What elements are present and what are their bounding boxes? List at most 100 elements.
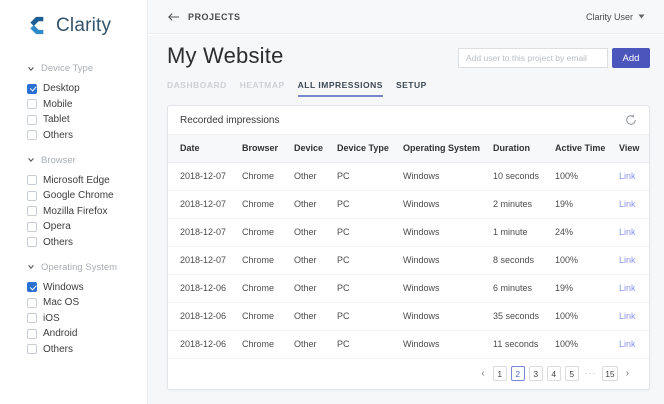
section-head-browser[interactable]: Browser xyxy=(27,155,147,166)
cell-date: 2018-12-07 xyxy=(168,190,242,218)
table-row: 2018-12-06 Chrome Other PC Windows 11 se… xyxy=(168,330,649,358)
filter-opera[interactable]: Opera xyxy=(27,221,147,232)
checkbox-google-chrome[interactable] xyxy=(27,191,37,201)
view-link[interactable]: Link xyxy=(619,255,636,265)
view-link[interactable]: Link xyxy=(619,199,636,209)
filter-label: Microsoft Edge xyxy=(43,175,110,186)
filter-mac-os[interactable]: Mac OS xyxy=(27,297,147,308)
view-link[interactable]: Link xyxy=(619,339,636,349)
filter-microsoft-edge[interactable]: Microsoft Edge xyxy=(27,175,147,186)
checkbox-browser-others[interactable] xyxy=(27,237,37,247)
col-view: View xyxy=(619,135,649,162)
refresh-icon[interactable] xyxy=(625,114,637,126)
view-link[interactable]: Link xyxy=(619,283,636,293)
cell-browser: Chrome xyxy=(242,190,294,218)
tab-all-impressions[interactable]: ALL IMPRESSIONS xyxy=(298,80,383,97)
filter-label: Desktop xyxy=(43,83,80,94)
col-device: Device xyxy=(294,135,337,162)
pagination-prev[interactable]: ‹ xyxy=(477,368,488,379)
view-link[interactable]: Link xyxy=(619,311,636,321)
page-title: My Website xyxy=(167,43,284,69)
col-duration: Duration xyxy=(493,135,555,162)
checkbox-tablet[interactable] xyxy=(27,115,37,125)
filter-label: Mobile xyxy=(43,99,72,110)
checkbox-device-others[interactable] xyxy=(27,130,37,140)
filter-tablet[interactable]: Tablet xyxy=(27,114,147,125)
cell-browser: Chrome xyxy=(242,302,294,330)
section-title: Device Type xyxy=(41,63,93,74)
back-to-projects[interactable]: PROJECTS xyxy=(167,12,241,22)
cell-active-time: 100% xyxy=(555,162,619,190)
checkbox-ios[interactable] xyxy=(27,313,37,323)
chevron-down-icon xyxy=(27,156,35,164)
page-2-active[interactable]: 2 xyxy=(511,366,525,381)
filter-windows[interactable]: Windows xyxy=(27,282,147,293)
filter-desktop[interactable]: Desktop xyxy=(27,83,147,94)
cell-duration: 8 seconds xyxy=(493,246,555,274)
checkbox-mobile[interactable] xyxy=(27,99,37,109)
filter-google-chrome[interactable]: Google Chrome xyxy=(27,190,147,201)
impressions-card: Recorded impressions Date Browser Device… xyxy=(167,105,650,390)
checkbox-mac-os[interactable] xyxy=(27,298,37,308)
card-title: Recorded impressions xyxy=(180,115,280,126)
filter-android[interactable]: Android xyxy=(27,328,147,339)
section-title: Browser xyxy=(41,155,76,166)
view-link[interactable]: Link xyxy=(619,227,636,237)
checkbox-desktop[interactable] xyxy=(27,84,37,94)
cell-device-type: PC xyxy=(337,218,403,246)
col-operating-system: Operating System xyxy=(403,135,493,162)
add-user-email-input[interactable] xyxy=(458,48,608,68)
clarity-logo: Clarity xyxy=(27,14,147,37)
cell-device: Other xyxy=(294,302,337,330)
section-head-device-type[interactable]: Device Type xyxy=(27,63,147,74)
filter-label: Others xyxy=(43,130,73,141)
topbar: PROJECTS Clarity User xyxy=(148,0,664,34)
page-5[interactable]: 5 xyxy=(565,366,579,381)
page-4[interactable]: 4 xyxy=(547,366,561,381)
clarity-logo-icon xyxy=(27,14,50,37)
checkbox-android[interactable] xyxy=(27,329,37,339)
filter-mozilla-firefox[interactable]: Mozilla Firefox xyxy=(27,206,147,217)
cell-duration: 1 minute xyxy=(493,218,555,246)
filter-label: Tablet xyxy=(43,114,70,125)
page-15[interactable]: 15 xyxy=(602,366,617,381)
table-header-row: Date Browser Device Device Type Operatin… xyxy=(168,135,649,162)
page-1[interactable]: 1 xyxy=(493,366,507,381)
filter-device-others[interactable]: Others xyxy=(27,130,147,141)
arrow-left-icon xyxy=(167,12,180,22)
checkbox-mozilla-firefox[interactable] xyxy=(27,206,37,216)
main-content: My Website Add DASHBOARD HEATMAP ALL IMP… xyxy=(148,35,664,404)
pagination-next[interactable]: › xyxy=(622,368,633,379)
cell-os: Windows xyxy=(403,190,493,218)
filter-label: Android xyxy=(43,328,77,339)
user-menu[interactable]: Clarity User xyxy=(586,12,645,22)
add-user-button[interactable]: Add xyxy=(612,48,650,68)
checkbox-microsoft-edge[interactable] xyxy=(27,175,37,185)
cell-os: Windows xyxy=(403,218,493,246)
tab-heatmap[interactable]: HEATMAP xyxy=(240,80,285,97)
checkbox-opera[interactable] xyxy=(27,222,37,232)
section-head-operating-system[interactable]: Operating System xyxy=(27,262,147,273)
filter-browser-others[interactable]: Others xyxy=(27,237,147,248)
tab-setup[interactable]: SETUP xyxy=(396,80,427,97)
cell-os: Windows xyxy=(403,274,493,302)
cell-date: 2018-12-07 xyxy=(168,218,242,246)
view-link[interactable]: Link xyxy=(619,171,636,181)
filter-label: Mac OS xyxy=(43,297,79,308)
checkbox-os-others[interactable] xyxy=(27,344,37,354)
cell-device: Other xyxy=(294,330,337,358)
col-browser: Browser xyxy=(242,135,294,162)
checkbox-windows[interactable] xyxy=(27,282,37,292)
user-name: Clarity User xyxy=(586,12,633,22)
cell-active-time: 100% xyxy=(555,246,619,274)
page-3[interactable]: 3 xyxy=(529,366,543,381)
filter-ios[interactable]: iOS xyxy=(27,313,147,324)
cell-device-type: PC xyxy=(337,330,403,358)
cell-device: Other xyxy=(294,190,337,218)
cell-device-type: PC xyxy=(337,190,403,218)
filter-os-others[interactable]: Others xyxy=(27,344,147,355)
tab-dashboard[interactable]: DASHBOARD xyxy=(167,80,227,97)
filter-section-device-type: Device Type Desktop Mobile Tablet Others xyxy=(27,63,147,141)
cell-active-time: 100% xyxy=(555,302,619,330)
filter-mobile[interactable]: Mobile xyxy=(27,99,147,110)
